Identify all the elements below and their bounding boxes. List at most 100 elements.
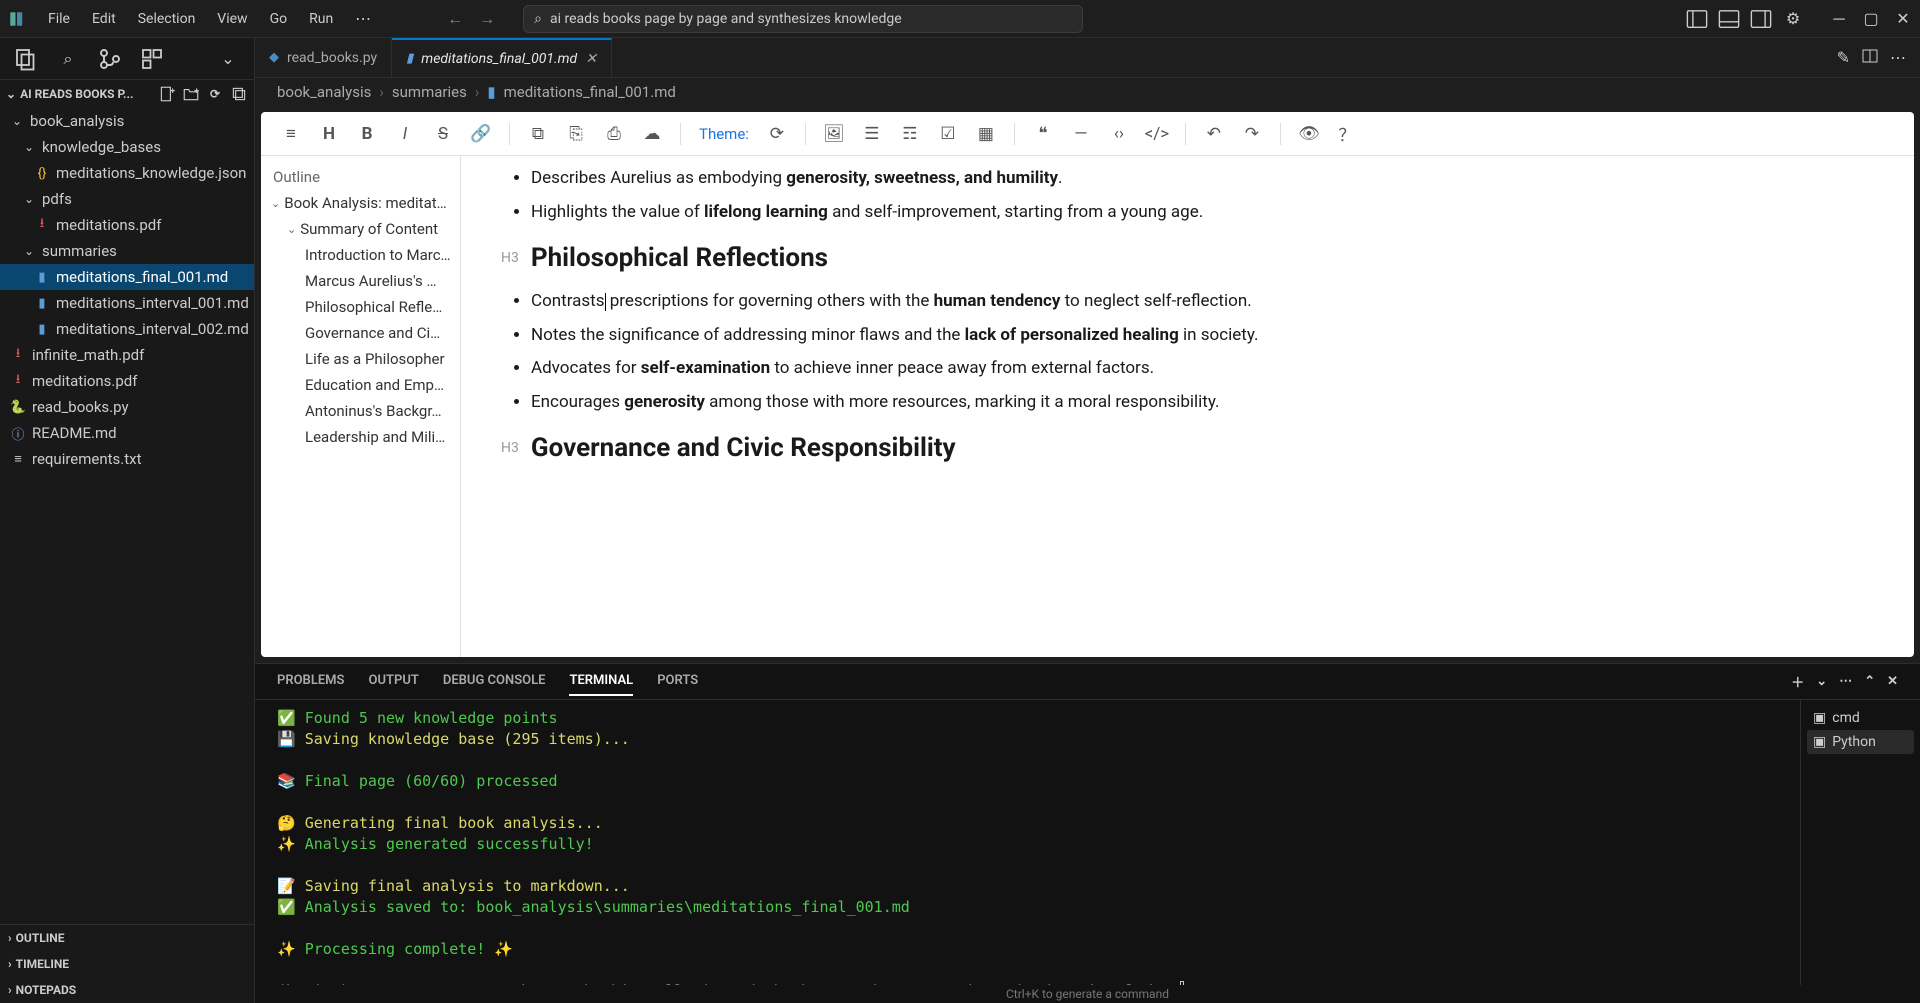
- copy-icon[interactable]: ⎘: [562, 120, 590, 148]
- refresh-icon[interactable]: ⟳: [206, 85, 224, 103]
- codeblock-icon[interactable]: </>: [1143, 120, 1171, 148]
- collapse-all-icon[interactable]: [230, 85, 248, 103]
- new-folder-icon[interactable]: [182, 85, 200, 103]
- tab-read-books[interactable]: ◆ read_books.py: [255, 38, 392, 77]
- bold-icon[interactable]: B: [353, 120, 381, 148]
- ol-icon[interactable]: ☶: [896, 120, 924, 148]
- maximize-panel-icon[interactable]: ⌃: [1864, 674, 1875, 689]
- folder-pdfs[interactable]: ⌄pdfs: [0, 186, 254, 212]
- menu-file[interactable]: File: [38, 7, 80, 31]
- window-minimize-icon[interactable]: ─: [1830, 10, 1848, 28]
- sync-icon[interactable]: ⟳: [763, 120, 791, 148]
- panel-tab-debug-console[interactable]: DEBUG CONSOLE: [443, 667, 546, 696]
- explorer-tab-icon[interactable]: [14, 47, 38, 71]
- close-panel-icon[interactable]: ✕: [1887, 674, 1898, 689]
- image-icon[interactable]: 🖼: [820, 120, 848, 148]
- redo-icon[interactable]: ↷: [1238, 120, 1266, 148]
- outline-item[interactable]: Governance and Ci…: [261, 320, 460, 346]
- undo-icon[interactable]: ↶: [1200, 120, 1228, 148]
- terminal-dropdown-icon[interactable]: ⌄: [1816, 674, 1827, 689]
- split-editor-icon[interactable]: [1862, 48, 1878, 68]
- file-requirements[interactable]: ≡requirements.txt: [0, 446, 254, 472]
- outline-item[interactable]: Life as a Philosopher: [261, 346, 460, 372]
- layout-right-icon[interactable]: [1750, 8, 1772, 30]
- file-readme[interactable]: ⓘREADME.md: [0, 420, 254, 446]
- outline-item[interactable]: Marcus Aurelius's …: [261, 268, 460, 294]
- file-meditations-interval-1[interactable]: ▮meditations_interval_001.md: [0, 290, 254, 316]
- new-terminal-icon[interactable]: ＋: [1791, 672, 1804, 691]
- edit-action-icon[interactable]: ✎: [1837, 48, 1850, 67]
- checkbox-icon[interactable]: ☑: [934, 120, 962, 148]
- quote-icon[interactable]: ❝: [1029, 120, 1057, 148]
- layout-left-icon[interactable]: [1686, 8, 1708, 30]
- tab-meditations-final[interactable]: ▮ meditations_final_001.md ✕: [392, 38, 612, 77]
- window-maximize-icon[interactable]: ▢: [1862, 10, 1880, 28]
- table-icon[interactable]: ▦: [972, 120, 1000, 148]
- panel-tab-problems[interactable]: PROBLEMS: [277, 667, 344, 696]
- outline-item[interactable]: Introduction to Marc…: [261, 242, 460, 268]
- search-tab-icon[interactable]: ⌕: [56, 47, 80, 71]
- align-icon[interactable]: ≡: [277, 120, 305, 148]
- window-close-icon[interactable]: ✕: [1894, 10, 1912, 28]
- panel-tab-output[interactable]: OUTPUT: [368, 667, 418, 696]
- command-center-search[interactable]: ⌕ ai reads books page by page and synthe…: [523, 5, 1083, 33]
- panel-tab-terminal[interactable]: TERMINAL: [569, 667, 633, 696]
- outline-item[interactable]: Leadership and Mili…: [261, 424, 460, 450]
- section-timeline[interactable]: › TIMELINE: [0, 951, 254, 977]
- folder-book-analysis[interactable]: ⌄book_analysis: [0, 108, 254, 134]
- terminal-output[interactable]: ✅ Found 5 new knowledge points💾 Saving k…: [255, 700, 1800, 985]
- nav-back-icon[interactable]: ←: [443, 7, 467, 31]
- breadcrumb[interactable]: book_analysis› summaries› ▮ meditations_…: [255, 78, 1920, 106]
- strikethrough-icon[interactable]: S: [429, 120, 457, 148]
- chevron-down-icon[interactable]: ⌄: [6, 87, 16, 101]
- vscode-icon[interactable]: ⧉: [524, 120, 552, 148]
- chevron-down-icon[interactable]: ⌄: [216, 47, 240, 71]
- new-file-icon[interactable]: [158, 85, 176, 103]
- more-actions-icon[interactable]: ⋯: [1890, 48, 1906, 67]
- menu-overflow-icon[interactable]: ⋯: [347, 5, 379, 32]
- menu-selection[interactable]: Selection: [128, 7, 206, 31]
- code-icon[interactable]: ‹›: [1105, 120, 1133, 148]
- help-icon[interactable]: ？: [1333, 120, 1361, 148]
- terminal-session-python[interactable]: ▣ Python: [1807, 730, 1914, 754]
- outline-item[interactable]: Antoninus's Backgr…: [261, 398, 460, 424]
- panel-tab-ports[interactable]: PORTS: [657, 667, 698, 696]
- preview-icon[interactable]: 👁: [1295, 120, 1323, 148]
- outline-item[interactable]: ⌄Book Analysis: meditat…: [261, 190, 460, 216]
- close-tab-icon[interactable]: ✕: [585, 51, 597, 67]
- menu-run[interactable]: Run: [299, 7, 343, 31]
- file-knowledge-json[interactable]: {}meditations_knowledge.json: [0, 160, 254, 186]
- file-meditations-final[interactable]: ▮meditations_final_001.md: [0, 264, 254, 290]
- terminal-more-icon[interactable]: ⋯: [1839, 674, 1852, 689]
- link-icon[interactable]: 🔗: [467, 120, 495, 148]
- extensions-tab-icon[interactable]: [140, 47, 164, 71]
- outline-item[interactable]: ⌄Summary of Content: [261, 216, 460, 242]
- nav-forward-icon[interactable]: →: [475, 7, 499, 31]
- file-read-books-py[interactable]: 🐍read_books.py: [0, 394, 254, 420]
- source-control-tab-icon[interactable]: [98, 47, 122, 71]
- file-meditations-root-pdf[interactable]: ⭳meditations.pdf: [0, 368, 254, 394]
- file-infinite-math[interactable]: ⭳infinite_math.pdf: [0, 342, 254, 368]
- settings-gear-icon[interactable]: ⚙: [1782, 8, 1804, 30]
- section-notepads[interactable]: › NOTEPADS: [0, 977, 254, 1003]
- outline-item[interactable]: Education and Emp…: [261, 372, 460, 398]
- hr-icon[interactable]: —: [1067, 120, 1095, 148]
- layout-bottom-icon[interactable]: [1718, 8, 1740, 30]
- menu-view[interactable]: View: [207, 7, 257, 31]
- file-meditations-interval-2[interactable]: ▮meditations_interval_002.md: [0, 316, 254, 342]
- ul-icon[interactable]: ☰: [858, 120, 886, 148]
- terminal-session-cmd[interactable]: ▣ cmd: [1807, 706, 1914, 730]
- folder-knowledge-bases[interactable]: ⌄knowledge_bases: [0, 134, 254, 160]
- italic-icon[interactable]: I: [391, 120, 419, 148]
- menu-go[interactable]: Go: [260, 7, 298, 31]
- section-outline[interactable]: › OUTLINE: [0, 925, 254, 951]
- outline-item[interactable]: Philosophical Refle…: [261, 294, 460, 320]
- cloud-icon[interactable]: ☁: [638, 120, 666, 148]
- print-icon[interactable]: ⎙: [600, 120, 628, 148]
- file-meditations-pdf[interactable]: ⭳meditations.pdf: [0, 212, 254, 238]
- menu-edit[interactable]: Edit: [82, 7, 126, 31]
- heading-icon[interactable]: H: [315, 120, 343, 148]
- markdown-content[interactable]: Describes Aurelius as embodying generosi…: [461, 156, 1914, 657]
- theme-label[interactable]: Theme:: [695, 125, 753, 143]
- folder-summaries[interactable]: ⌄summaries: [0, 238, 254, 264]
